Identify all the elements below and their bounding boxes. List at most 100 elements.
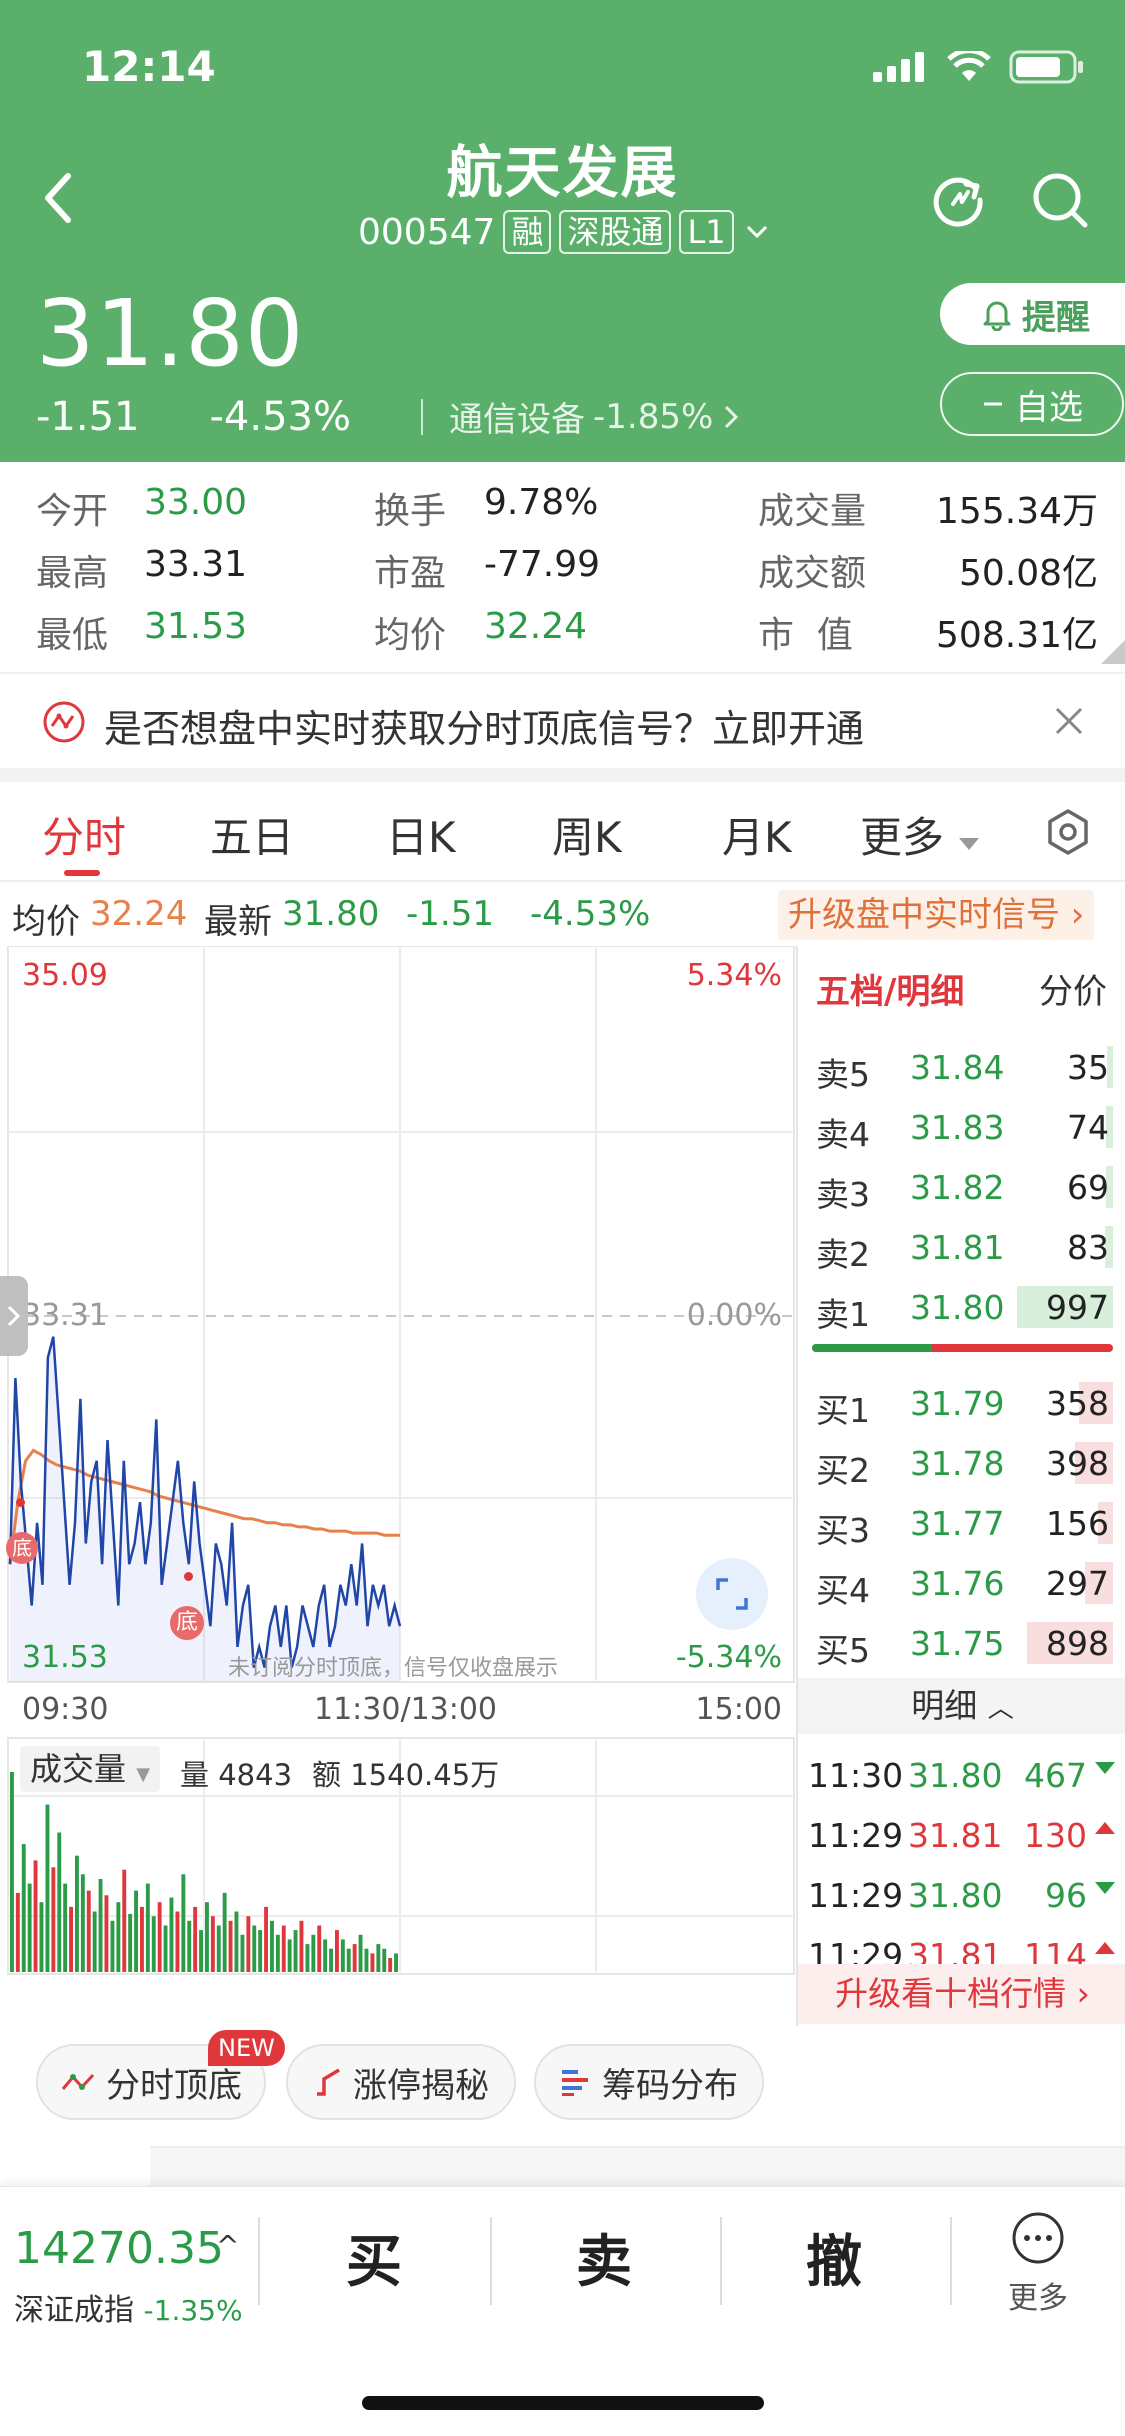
- stat-value: 155.34万: [936, 491, 1098, 532]
- search-icon: [1033, 173, 1088, 228]
- volume-bar: [287, 1939, 292, 1972]
- volume-bar: [128, 1913, 133, 1972]
- level-qty: 156: [1046, 1504, 1109, 1543]
- level-label: 买1: [816, 1391, 870, 1430]
- tab-daily-k[interactable]: 日K: [386, 804, 456, 865]
- side-drawer-handle[interactable]: [0, 1276, 28, 1356]
- stat-value: 508.31亿: [936, 615, 1098, 656]
- signal-promo-banner[interactable]: 是否想盘中实时获取分时顶底信号？立即开通: [0, 676, 1125, 768]
- add-watchlist-button[interactable]: 自选: [940, 372, 1124, 436]
- volume-bar: [116, 1902, 121, 1972]
- upgrade-signal-link[interactable]: 升级盘中实时信号 ›: [778, 890, 1095, 940]
- level-label: 买3: [816, 1511, 870, 1550]
- industry-link[interactable]: 通信设备 -1.85%: [421, 392, 741, 441]
- close-icon[interactable]: [1052, 704, 1086, 738]
- bid-level-row[interactable]: 买2 31.78 398: [798, 1434, 1125, 1494]
- stat-label: 市盈: [374, 553, 447, 594]
- bid-level-row[interactable]: 买3 31.77 156: [798, 1494, 1125, 1554]
- index-ticker[interactable]: 14270.35 ^ 深证成指 -1.35%: [0, 2187, 250, 2347]
- buy-button[interactable]: 买: [294, 2217, 454, 2297]
- level-label: 买5: [816, 1631, 870, 1670]
- order-book-panel: 五档/明细 分价 卖5 31.84 35 卖4 31.83 74 卖3 31.82 69 卖2 31…: [796, 946, 1125, 2026]
- detail-price: 31.81: [908, 1816, 1003, 1855]
- tab-weekly-k[interactable]: 周K: [552, 804, 622, 865]
- stat-label: 均价: [374, 615, 447, 656]
- settings-icon[interactable]: [1044, 808, 1092, 856]
- stats-grid[interactable]: 今开 33.00 最高 33.31 最低 31.53 换手 9.78% 市盈 -77.99…: [0, 462, 1125, 672]
- chart-info-row: 均价 32.24 最新 31.80 -1.51 -4.53% 升级盘中实时信号 …: [0, 884, 1125, 946]
- level-label: 卖4: [816, 1115, 870, 1154]
- volume-bar: [317, 1925, 322, 1972]
- bid-level-row[interactable]: 买5 31.75 898: [798, 1614, 1125, 1674]
- detail-header[interactable]: 明细 ︿: [798, 1678, 1125, 1734]
- volume-bar: [98, 1879, 103, 1972]
- chart-watermark: 未订阅分时顶底，信号仅收盘展示: [228, 1656, 559, 1681]
- feature-limit-up[interactable]: 涨停揭秘: [286, 2044, 516, 2120]
- stock-code-row[interactable]: 000547 融 深股通 L1: [358, 210, 772, 254]
- level-qty: 398: [1046, 1444, 1109, 1483]
- volume-bar: [104, 1895, 109, 1972]
- sell-button[interactable]: 卖: [524, 2217, 684, 2297]
- price-change: -1.51: [36, 393, 140, 440]
- stat-label: 换手: [374, 491, 447, 532]
- tab-level-detail[interactable]: 五档/明细: [816, 964, 964, 1013]
- chevron-up-icon: ^: [216, 2229, 240, 2262]
- volume-bar: [163, 1925, 168, 1972]
- change-row: -1.51 -4.53% 通信设备 -1.85%: [36, 392, 741, 441]
- tab-more[interactable]: 更多: [860, 804, 981, 865]
- pct-max-label: 5.34%: [686, 958, 782, 993]
- level-price: 31.79: [910, 1384, 1005, 1423]
- volume-bar: [246, 1916, 251, 1972]
- level-qty: 898: [1046, 1624, 1109, 1663]
- detail-qty: 96: [1045, 1876, 1087, 1915]
- time-mid-label: 11:30/13:00: [314, 1692, 498, 1727]
- fullscreen-button[interactable]: [696, 1558, 768, 1630]
- bid-level-row[interactable]: 买4 31.76 297: [798, 1554, 1125, 1614]
- intraday-chart[interactable]: 35.09 33.31 31.53 5.34% 0.00% -5.34% 未订阅…: [0, 945, 796, 2026]
- divider: [720, 2217, 722, 2305]
- tab-intraday[interactable]: 分时: [42, 804, 126, 865]
- down-arrow-icon: [1095, 1762, 1115, 1774]
- watch-label: 自选: [1015, 387, 1083, 428]
- minus-icon: [984, 402, 1002, 406]
- level-qty: 69: [1067, 1168, 1109, 1207]
- expand-corner-icon[interactable]: [1101, 640, 1125, 664]
- bid-level-row[interactable]: 买1 31.79 358: [798, 1374, 1125, 1434]
- bottom-signal-marker[interactable]: 底: [170, 1606, 204, 1640]
- stat-volume: 成交量 155.34万: [758, 482, 1098, 534]
- refresh-button[interactable]: [928, 170, 988, 234]
- ask-level-row[interactable]: 卖5 31.84 35: [798, 1038, 1125, 1098]
- volume-bar: [86, 1890, 91, 1972]
- volume-bar: [252, 1925, 257, 1972]
- stock-header: 12:14 航天发展 000547 融 深股通 L1 31.80 -1.51 -…: [0, 0, 1125, 462]
- volume-bar: [57, 1832, 62, 1972]
- ask-level-row[interactable]: 卖2 31.81 83: [798, 1218, 1125, 1278]
- ask-level-row[interactable]: 卖3 31.82 69: [798, 1158, 1125, 1218]
- volume-selector[interactable]: 成交量 ▼: [20, 1746, 161, 1792]
- price-change-pct: -4.53%: [209, 393, 352, 440]
- intraday-chart-svg[interactable]: [0, 945, 796, 2026]
- tab-price-dist[interactable]: 分价: [1039, 964, 1107, 1013]
- stock-code: 000547: [358, 211, 496, 253]
- volume-bar: [370, 1953, 375, 1972]
- bottom-signal-marker[interactable]: 底: [6, 1532, 38, 1564]
- feature-chip-distribution[interactable]: 筹码分布: [534, 2044, 764, 2120]
- search-button[interactable]: [1030, 170, 1090, 234]
- volume-bar: [145, 1883, 150, 1972]
- section-gap: [0, 768, 1125, 782]
- pct-mid-label: 0.00%: [686, 1298, 782, 1333]
- more-button[interactable]: 更多: [990, 2211, 1086, 2317]
- more-dots-icon: [1012, 2212, 1064, 2264]
- caret-down-icon: [959, 838, 980, 850]
- remind-button[interactable]: 提醒: [940, 283, 1125, 345]
- volume-bar: [329, 1948, 333, 1972]
- tab-five-day[interactable]: 五日: [210, 804, 294, 865]
- stat-value: 31.53: [144, 606, 248, 647]
- cancel-order-button[interactable]: 撤: [754, 2217, 914, 2297]
- ask-level-row[interactable]: 卖4 31.83 74: [798, 1098, 1125, 1158]
- volume-bar: [305, 1944, 310, 1972]
- ask-level-row[interactable]: 卖1 31.80 997: [798, 1278, 1125, 1338]
- upgrade-ten-level-link[interactable]: 升级看十档行情 ›: [798, 1964, 1125, 2024]
- tab-monthly-k[interactable]: 月K: [722, 804, 792, 865]
- feature-label: 筹码分布: [602, 2065, 738, 2106]
